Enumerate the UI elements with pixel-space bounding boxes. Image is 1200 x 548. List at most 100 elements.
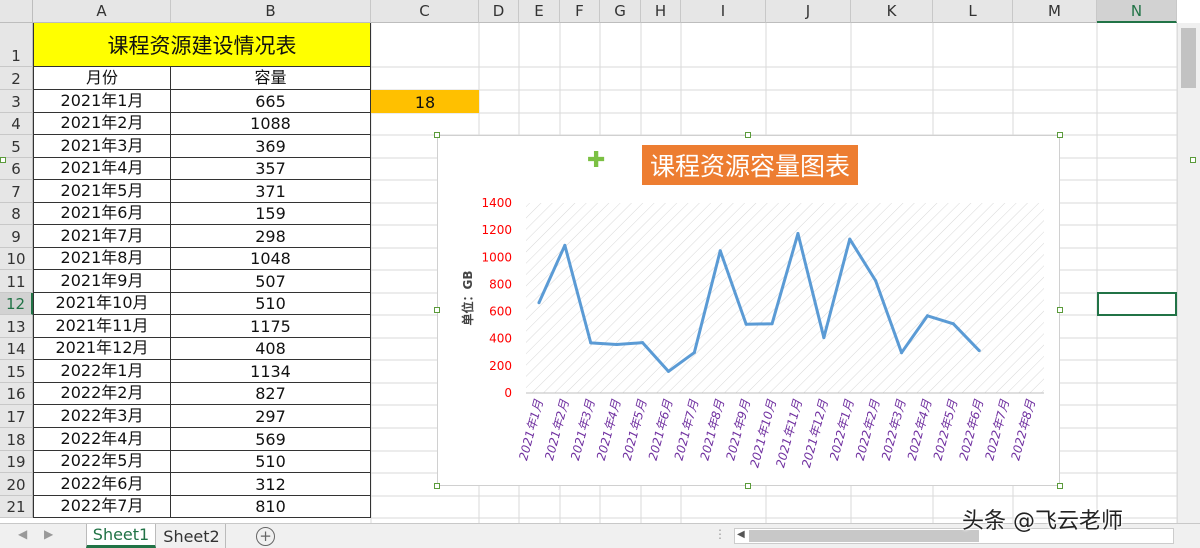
y-tick-label: 800	[489, 277, 512, 291]
data-point[interactable]	[641, 341, 645, 345]
data-point[interactable]	[925, 314, 929, 318]
data-point[interactable]	[744, 322, 748, 326]
column-header-c[interactable]: C	[371, 0, 479, 23]
capacity-cell[interactable]: 510	[171, 293, 371, 315]
data-point[interactable]	[589, 341, 593, 345]
options-dots-icon[interactable]: ⋮	[714, 527, 726, 541]
data-point[interactable]	[874, 279, 878, 283]
select-all-corner[interactable]	[0, 0, 33, 23]
column-header-b[interactable]: B	[171, 0, 371, 23]
column-header-j[interactable]: J	[766, 0, 851, 23]
capacity-cell[interactable]: 298	[171, 225, 371, 248]
capacity-cell[interactable]: 1088	[171, 113, 371, 135]
data-point[interactable]	[718, 249, 722, 253]
x-tick-label: 2021年6月	[646, 397, 676, 462]
sheet-title-cell[interactable]: 课程资源建设情况表	[33, 23, 371, 67]
vertical-scrollbar[interactable]	[1177, 23, 1200, 523]
move-cursor-icon: ✚	[587, 148, 606, 173]
selected-cell-n12[interactable]	[1097, 292, 1177, 316]
capacity-cell[interactable]: 1175	[171, 315, 371, 338]
chart-resize-handle[interactable]	[1057, 307, 1063, 313]
prev-sheet-arrow-icon[interactable]: ◀	[18, 527, 27, 541]
horizontal-scroll-thumb[interactable]	[749, 530, 979, 542]
chart-resize-handle[interactable]	[1057, 483, 1063, 489]
edge-handle	[0, 157, 6, 163]
data-point[interactable]	[951, 322, 955, 326]
x-tick-label: 2021年7月	[672, 397, 702, 462]
chart-resize-handle[interactable]	[745, 483, 751, 489]
scroll-left-icon[interactable]: ◀	[737, 529, 745, 540]
capacity-cell[interactable]: 1048	[171, 248, 371, 270]
column-header-l[interactable]: L	[933, 0, 1013, 23]
capacity-cell[interactable]: 510	[171, 451, 371, 473]
x-tick-label: 2022年8月	[1008, 397, 1038, 462]
x-tick-label: 2022年7月	[982, 397, 1012, 462]
capacity-cell[interactable]: 357	[171, 158, 371, 180]
data-point[interactable]	[848, 237, 852, 241]
next-sheet-arrow-icon[interactable]: ▶	[44, 527, 53, 541]
x-tick-label: 2021年1月	[516, 397, 546, 462]
chart-resize-handle[interactable]	[1057, 132, 1063, 138]
data-point[interactable]	[692, 351, 696, 355]
data-point[interactable]	[770, 322, 774, 326]
capacity-cell[interactable]: 312	[171, 473, 371, 496]
column-header-i[interactable]: I	[681, 0, 766, 23]
capacity-cell[interactable]: 569	[171, 428, 371, 451]
column-header-a[interactable]: A	[33, 0, 171, 23]
capacity-cell[interactable]: 810	[171, 496, 371, 518]
x-tick-label: 2022年4月	[905, 397, 935, 462]
data-point[interactable]	[537, 301, 541, 305]
data-point[interactable]	[900, 351, 904, 355]
header-capacity-cell[interactable]: 容量	[171, 67, 371, 90]
watermark: 头条 @飞云老师	[962, 509, 1123, 534]
column-header-n[interactable]: N	[1097, 0, 1177, 23]
tab-sheet2[interactable]: Sheet2	[158, 524, 226, 548]
edge-handle	[1190, 157, 1196, 163]
capacity-cell[interactable]: 369	[171, 135, 371, 158]
data-point[interactable]	[563, 243, 567, 247]
chart-resize-handle[interactable]	[434, 483, 440, 489]
x-tick-label: 2021年5月	[620, 397, 650, 462]
column-header-f[interactable]: F	[560, 0, 600, 23]
column-header-h[interactable]: H	[641, 0, 681, 23]
capacity-cell[interactable]: 408	[171, 338, 371, 360]
chart-resize-handle[interactable]	[434, 307, 440, 313]
vertical-scroll-thumb[interactable]	[1181, 28, 1196, 88]
column-header-e[interactable]: E	[519, 0, 560, 23]
chart-resize-handle[interactable]	[434, 132, 440, 138]
y-axis-label: 单位：GB	[460, 271, 475, 326]
chart-resize-handle[interactable]	[745, 132, 751, 138]
capacity-cell[interactable]: 297	[171, 405, 371, 428]
column-header-m[interactable]: M	[1013, 0, 1097, 23]
y-tick-label: 0	[504, 386, 512, 400]
capacity-cell[interactable]: 827	[171, 383, 371, 405]
capacity-cell[interactable]: 665	[171, 90, 371, 113]
y-tick-label: 600	[489, 305, 512, 319]
data-point[interactable]	[977, 349, 981, 353]
capacity-cell[interactable]: 159	[171, 203, 371, 225]
add-sheet-icon[interactable]: +	[256, 527, 275, 546]
data-point[interactable]	[666, 369, 670, 373]
x-tick-label: 2022年5月	[931, 397, 961, 462]
column-header-g[interactable]: G	[600, 0, 641, 23]
x-tick-label: 2021年3月	[568, 397, 598, 462]
month-cell[interactable]: 2022年7月	[33, 496, 171, 518]
cell-c3[interactable]: 18	[371, 90, 479, 113]
capacity-cell[interactable]: 371	[171, 180, 371, 203]
x-tick-label: 2022年1月	[827, 397, 857, 462]
x-tick-label: 2022年3月	[879, 397, 909, 462]
x-tick-label: 2021年8月	[698, 397, 728, 462]
capacity-cell[interactable]: 507	[171, 270, 371, 293]
y-tick-label: 200	[489, 359, 512, 373]
data-point[interactable]	[796, 232, 800, 236]
x-tick-label: 2021年2月	[542, 397, 572, 462]
data-point[interactable]	[615, 343, 619, 347]
column-header-k[interactable]: K	[851, 0, 933, 23]
column-header-d[interactable]: D	[479, 0, 519, 23]
line-chart[interactable]: 课程资源容量图表 0 200 400 600 800 1000 1200 1400 单位：GB 2…	[437, 135, 1060, 486]
x-tick-label: 2021年9月	[723, 397, 753, 462]
y-tick-label: 1200	[481, 223, 512, 237]
capacity-cell[interactable]: 1134	[171, 360, 371, 383]
data-point[interactable]	[822, 336, 826, 340]
tab-sheet1[interactable]: Sheet1	[86, 524, 156, 548]
